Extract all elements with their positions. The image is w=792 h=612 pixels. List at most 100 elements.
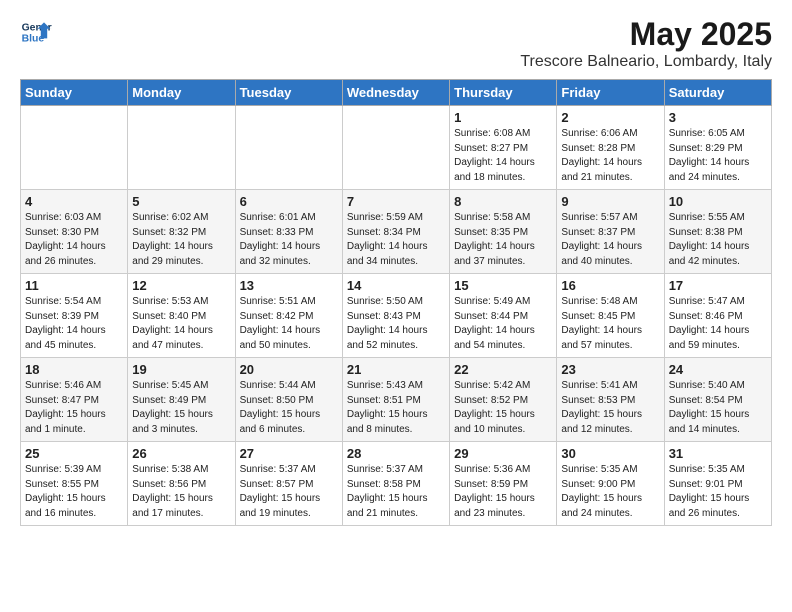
day-info: Sunrise: 6:03 AM Sunset: 8:30 PM Dayligh… bbox=[25, 211, 123, 269]
day-number: 25 bbox=[25, 446, 123, 461]
column-header-tuesday: Tuesday bbox=[235, 80, 342, 106]
day-number: 6 bbox=[240, 194, 338, 209]
calendar-table: SundayMondayTuesdayWednesdayThursdayFrid… bbox=[20, 79, 772, 526]
page: General Blue May 2025 Trescore Balneario… bbox=[0, 0, 792, 536]
calendar-cell: 3Sunrise: 6:05 AM Sunset: 8:29 PM Daylig… bbox=[664, 106, 771, 190]
day-info: Sunrise: 5:54 AM Sunset: 8:39 PM Dayligh… bbox=[25, 295, 123, 353]
day-number: 12 bbox=[132, 278, 230, 293]
day-number: 21 bbox=[347, 362, 445, 377]
calendar-cell: 20Sunrise: 5:44 AM Sunset: 8:50 PM Dayli… bbox=[235, 358, 342, 442]
day-number: 22 bbox=[454, 362, 552, 377]
calendar-cell bbox=[21, 106, 128, 190]
day-info: Sunrise: 5:37 AM Sunset: 8:57 PM Dayligh… bbox=[240, 463, 338, 521]
day-number: 8 bbox=[454, 194, 552, 209]
day-number: 16 bbox=[561, 278, 659, 293]
week-row-4: 18 Sunrise: 5:46 AM Sunset: 8:47 PM Dayli… bbox=[21, 358, 772, 442]
day-number: 14 bbox=[347, 278, 445, 293]
day-info: Sunrise: 6:06 AM Sunset: 8:28 PM Dayligh… bbox=[561, 127, 659, 185]
day-info: Sunrise: 5:45 AM Sunset: 8:49 PM Dayligh… bbox=[132, 379, 230, 437]
calendar-cell: 23 Sunrise: 5:41 AM Sunset: 8:53 PM Dayli… bbox=[557, 358, 664, 442]
calendar-cell: 6Sunrise: 6:01 AM Sunset: 8:33 PM Daylig… bbox=[235, 190, 342, 274]
calendar-cell: 13Sunrise: 5:51 AM Sunset: 8:42 PM Dayli… bbox=[235, 274, 342, 358]
column-header-wednesday: Wednesday bbox=[342, 80, 449, 106]
calendar-body: 1Sunrise: 6:08 AM Sunset: 8:27 PM Daylig… bbox=[21, 106, 772, 526]
week-row-3: 11 Sunrise: 5:54 AM Sunset: 8:39 PM Dayli… bbox=[21, 274, 772, 358]
calendar-cell: 26 Sunrise: 5:38 AM Sunset: 8:56 PM Dayli… bbox=[128, 442, 235, 526]
calendar-cell: 19 Sunrise: 5:45 AM Sunset: 8:49 PM Dayli… bbox=[128, 358, 235, 442]
calendar-cell: 29 Sunrise: 5:36 AM Sunset: 8:59 PM Dayli… bbox=[450, 442, 557, 526]
calendar-cell: 18 Sunrise: 5:46 AM Sunset: 8:47 PM Dayli… bbox=[21, 358, 128, 442]
day-info: Sunrise: 6:08 AM Sunset: 8:27 PM Dayligh… bbox=[454, 127, 552, 185]
calendar-cell bbox=[128, 106, 235, 190]
day-number: 9 bbox=[561, 194, 659, 209]
week-row-5: 25 Sunrise: 5:39 AM Sunset: 8:55 PM Dayli… bbox=[21, 442, 772, 526]
day-info: Sunrise: 6:05 AM Sunset: 8:29 PM Dayligh… bbox=[669, 127, 767, 185]
day-number: 26 bbox=[132, 446, 230, 461]
calendar-cell: 17 Sunrise: 5:47 AM Sunset: 8:46 PM Dayli… bbox=[664, 274, 771, 358]
day-info: Sunrise: 5:46 AM Sunset: 8:47 PM Dayligh… bbox=[25, 379, 123, 437]
day-number: 17 bbox=[669, 278, 767, 293]
calendar-cell: 9 Sunrise: 5:57 AM Sunset: 8:37 PM Daylig… bbox=[557, 190, 664, 274]
day-info: Sunrise: 5:38 AM Sunset: 8:56 PM Dayligh… bbox=[132, 463, 230, 521]
column-header-friday: Friday bbox=[557, 80, 664, 106]
day-info: Sunrise: 5:36 AM Sunset: 8:59 PM Dayligh… bbox=[454, 463, 552, 521]
day-number: 18 bbox=[25, 362, 123, 377]
calendar-cell: 24 Sunrise: 5:40 AM Sunset: 8:54 PM Dayli… bbox=[664, 358, 771, 442]
day-number: 19 bbox=[132, 362, 230, 377]
header: General Blue May 2025 Trescore Balneario… bbox=[20, 16, 772, 71]
day-info: Sunrise: 5:35 AM Sunset: 9:01 PM Dayligh… bbox=[669, 463, 767, 521]
calendar-cell: 12 Sunrise: 5:53 AM Sunset: 8:40 PM Dayli… bbox=[128, 274, 235, 358]
column-header-saturday: Saturday bbox=[664, 80, 771, 106]
calendar-cell: 14 Sunrise: 5:50 AM Sunset: 8:43 PM Dayli… bbox=[342, 274, 449, 358]
calendar-cell bbox=[342, 106, 449, 190]
day-info: Sunrise: 5:48 AM Sunset: 8:45 PM Dayligh… bbox=[561, 295, 659, 353]
calendar-cell: 27 Sunrise: 5:37 AM Sunset: 8:57 PM Dayli… bbox=[235, 442, 342, 526]
week-row-2: 4Sunrise: 6:03 AM Sunset: 8:30 PM Daylig… bbox=[21, 190, 772, 274]
calendar-cell: 28 Sunrise: 5:37 AM Sunset: 8:58 PM Dayli… bbox=[342, 442, 449, 526]
day-info: Sunrise: 5:55 AM Sunset: 8:38 PM Dayligh… bbox=[669, 211, 767, 269]
calendar-cell: 21 Sunrise: 5:43 AM Sunset: 8:51 PM Dayli… bbox=[342, 358, 449, 442]
calendar-cell: 8 Sunrise: 5:58 AM Sunset: 8:35 PM Daylig… bbox=[450, 190, 557, 274]
day-info: Sunrise: 5:51 AM Sunset: 8:42 PM Dayligh… bbox=[240, 295, 338, 353]
calendar-header-row: SundayMondayTuesdayWednesdayThursdayFrid… bbox=[21, 80, 772, 106]
column-header-thursday: Thursday bbox=[450, 80, 557, 106]
day-number: 7 bbox=[347, 194, 445, 209]
day-info: Sunrise: 5:40 AM Sunset: 8:54 PM Dayligh… bbox=[669, 379, 767, 437]
calendar-cell: 10Sunrise: 5:55 AM Sunset: 8:38 PM Dayli… bbox=[664, 190, 771, 274]
day-info: Sunrise: 5:37 AM Sunset: 8:58 PM Dayligh… bbox=[347, 463, 445, 521]
logo-icon: General Blue bbox=[20, 16, 52, 48]
calendar-cell: 15Sunrise: 5:49 AM Sunset: 8:44 PM Dayli… bbox=[450, 274, 557, 358]
main-title: May 2025 bbox=[520, 16, 772, 53]
day-number: 20 bbox=[240, 362, 338, 377]
calendar-cell: 1Sunrise: 6:08 AM Sunset: 8:27 PM Daylig… bbox=[450, 106, 557, 190]
day-info: Sunrise: 5:39 AM Sunset: 8:55 PM Dayligh… bbox=[25, 463, 123, 521]
day-info: Sunrise: 5:53 AM Sunset: 8:40 PM Dayligh… bbox=[132, 295, 230, 353]
day-info: Sunrise: 5:47 AM Sunset: 8:46 PM Dayligh… bbox=[669, 295, 767, 353]
day-info: Sunrise: 5:57 AM Sunset: 8:37 PM Dayligh… bbox=[561, 211, 659, 269]
calendar-cell: 22Sunrise: 5:42 AM Sunset: 8:52 PM Dayli… bbox=[450, 358, 557, 442]
week-row-1: 1Sunrise: 6:08 AM Sunset: 8:27 PM Daylig… bbox=[21, 106, 772, 190]
day-number: 31 bbox=[669, 446, 767, 461]
day-info: Sunrise: 5:58 AM Sunset: 8:35 PM Dayligh… bbox=[454, 211, 552, 269]
day-number: 28 bbox=[347, 446, 445, 461]
day-number: 29 bbox=[454, 446, 552, 461]
day-number: 23 bbox=[561, 362, 659, 377]
column-header-sunday: Sunday bbox=[21, 80, 128, 106]
day-number: 5 bbox=[132, 194, 230, 209]
title-block: May 2025 Trescore Balneario, Lombardy, I… bbox=[520, 16, 772, 71]
calendar-cell: 4Sunrise: 6:03 AM Sunset: 8:30 PM Daylig… bbox=[21, 190, 128, 274]
day-info: Sunrise: 5:59 AM Sunset: 8:34 PM Dayligh… bbox=[347, 211, 445, 269]
day-number: 30 bbox=[561, 446, 659, 461]
day-number: 27 bbox=[240, 446, 338, 461]
calendar-cell: 7 Sunrise: 5:59 AM Sunset: 8:34 PM Daylig… bbox=[342, 190, 449, 274]
day-info: Sunrise: 6:02 AM Sunset: 8:32 PM Dayligh… bbox=[132, 211, 230, 269]
day-info: Sunrise: 5:41 AM Sunset: 8:53 PM Dayligh… bbox=[561, 379, 659, 437]
day-number: 24 bbox=[669, 362, 767, 377]
calendar-cell bbox=[235, 106, 342, 190]
calendar-cell: 5 Sunrise: 6:02 AM Sunset: 8:32 PM Daylig… bbox=[128, 190, 235, 274]
day-info: Sunrise: 5:43 AM Sunset: 8:51 PM Dayligh… bbox=[347, 379, 445, 437]
logo: General Blue bbox=[20, 16, 52, 48]
subtitle: Trescore Balneario, Lombardy, Italy bbox=[520, 53, 772, 71]
day-info: Sunrise: 5:50 AM Sunset: 8:43 PM Dayligh… bbox=[347, 295, 445, 353]
day-number: 11 bbox=[25, 278, 123, 293]
